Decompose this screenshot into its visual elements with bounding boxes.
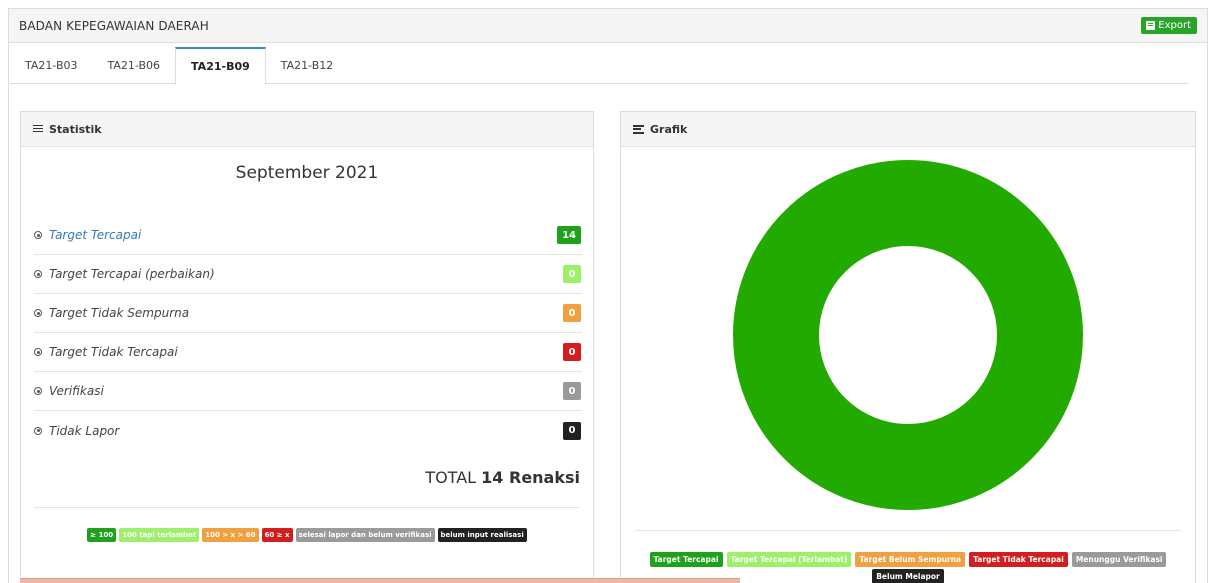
divider	[34, 507, 580, 508]
tab-ta21-b06[interactable]: TA21-B06	[93, 47, 176, 84]
radio-dot-icon	[34, 426, 42, 435]
statistik-header: Statistik	[21, 112, 593, 147]
chart-legend-item[interactable]: Target Tercapai (Terlambat)	[726, 552, 852, 567]
tab-ta21-b12[interactable]: TA21-B12	[266, 47, 349, 84]
radio-dot-icon	[34, 309, 42, 317]
statistik-title: Statistik	[49, 122, 102, 136]
donut-svg	[733, 160, 1083, 510]
tab-ta21-b03[interactable]: TA21-B03	[10, 47, 93, 84]
count-badge: 0	[563, 265, 581, 283]
divider	[635, 530, 1181, 531]
stat-label: Target Tercapai	[49, 228, 142, 242]
stat-label: Tidak Lapor	[49, 423, 120, 438]
stat-list: Target Tercapai 14 Target Tercapai (perb…	[34, 216, 582, 450]
chart-legend-item[interactable]: Belum Melapor	[872, 569, 944, 583]
grafik-box: Grafik Target Tercapai Target Tercapai (…	[620, 111, 1196, 583]
count-badge: 0	[563, 382, 581, 400]
stat-label: Target Tidak Sempurna	[49, 306, 190, 320]
statistik-box: Statistik September 2021 Target Tercapai…	[20, 111, 594, 583]
chart-legend-item[interactable]: Menunggu Verifikasi	[1071, 552, 1167, 567]
stat-row-target-tercapai-perbaikan[interactable]: Target Tercapai (perbaikan) 0	[34, 255, 582, 294]
radio-dot-icon	[34, 387, 42, 395]
export-label: Export	[1158, 20, 1191, 31]
count-badge: 0	[563, 421, 581, 440]
legend-badge: 100 tapi terlambat	[119, 528, 200, 542]
radio-dot-icon	[34, 348, 42, 356]
bar-chart-icon	[633, 124, 644, 134]
grafik-title: Grafik	[650, 122, 688, 136]
stat-label: Verifikasi	[49, 384, 104, 398]
count-badge: 0	[563, 304, 581, 322]
bottom-strip	[20, 578, 740, 583]
radio-dot-icon	[34, 231, 42, 239]
legend-badge: ≥ 100	[87, 528, 117, 542]
legend-badge: belum input realisasi	[437, 528, 527, 542]
total-prefix: TOTAL	[425, 468, 477, 487]
tab-ta21-b09[interactable]: TA21-B09	[175, 47, 266, 85]
period-tabs: TA21-B03 TA21-B06 TA21-B09 TA21-B12	[10, 47, 1188, 85]
legend-badge: 100 > x > 60	[202, 528, 259, 542]
panel-heading: BADAN KEPEGAWAIAN DAERAH Export	[9, 9, 1207, 43]
stat-label: Target Tidak Tercapai	[49, 345, 178, 359]
total-renaksi: TOTAL 14 Renaksi	[425, 468, 580, 487]
count-badge: 14	[557, 226, 581, 244]
stat-row-tidak-lapor[interactable]: Tidak Lapor 0	[34, 411, 582, 450]
export-button[interactable]: Export	[1141, 17, 1197, 34]
count-badge: 0	[563, 343, 581, 361]
stat-row-target-tidak-sempurna[interactable]: Target Tidak Sempurna 0	[34, 294, 582, 333]
threshold-legend: ≥ 100 100 tapi terlambat 100 > x > 60 60…	[21, 528, 593, 542]
stat-row-verifikasi[interactable]: Verifikasi 0	[34, 372, 582, 411]
radio-dot-icon	[34, 270, 42, 278]
sliders-icon	[33, 125, 43, 133]
chart-legend-item[interactable]: Target Belum Sempurna	[855, 552, 966, 567]
legend-badge: selesai lapor dan belum verifikasi	[295, 528, 435, 542]
donut-slice-target-tercapai[interactable]	[733, 160, 1083, 510]
chart-legend-item[interactable]: Target Tidak Tercapai	[969, 552, 1068, 567]
export-icon	[1146, 21, 1156, 30]
donut-chart	[733, 160, 1083, 510]
page-title: BADAN KEPEGAWAIAN DAERAH	[19, 18, 209, 33]
stat-row-target-tercapai[interactable]: Target Tercapai 14	[34, 216, 582, 255]
stat-label: Target Tercapai (perbaikan)	[49, 267, 215, 281]
chart-legend-item[interactable]: Target Tercapai	[649, 552, 723, 567]
stat-row-target-tidak-tercapai[interactable]: Target Tidak Tercapai 0	[34, 333, 582, 372]
legend-badge: 60 ≥ x	[261, 528, 293, 542]
period-label: September 2021	[235, 163, 379, 183]
grafik-header: Grafik	[621, 112, 1195, 147]
total-value: 14 Renaksi	[481, 468, 580, 487]
